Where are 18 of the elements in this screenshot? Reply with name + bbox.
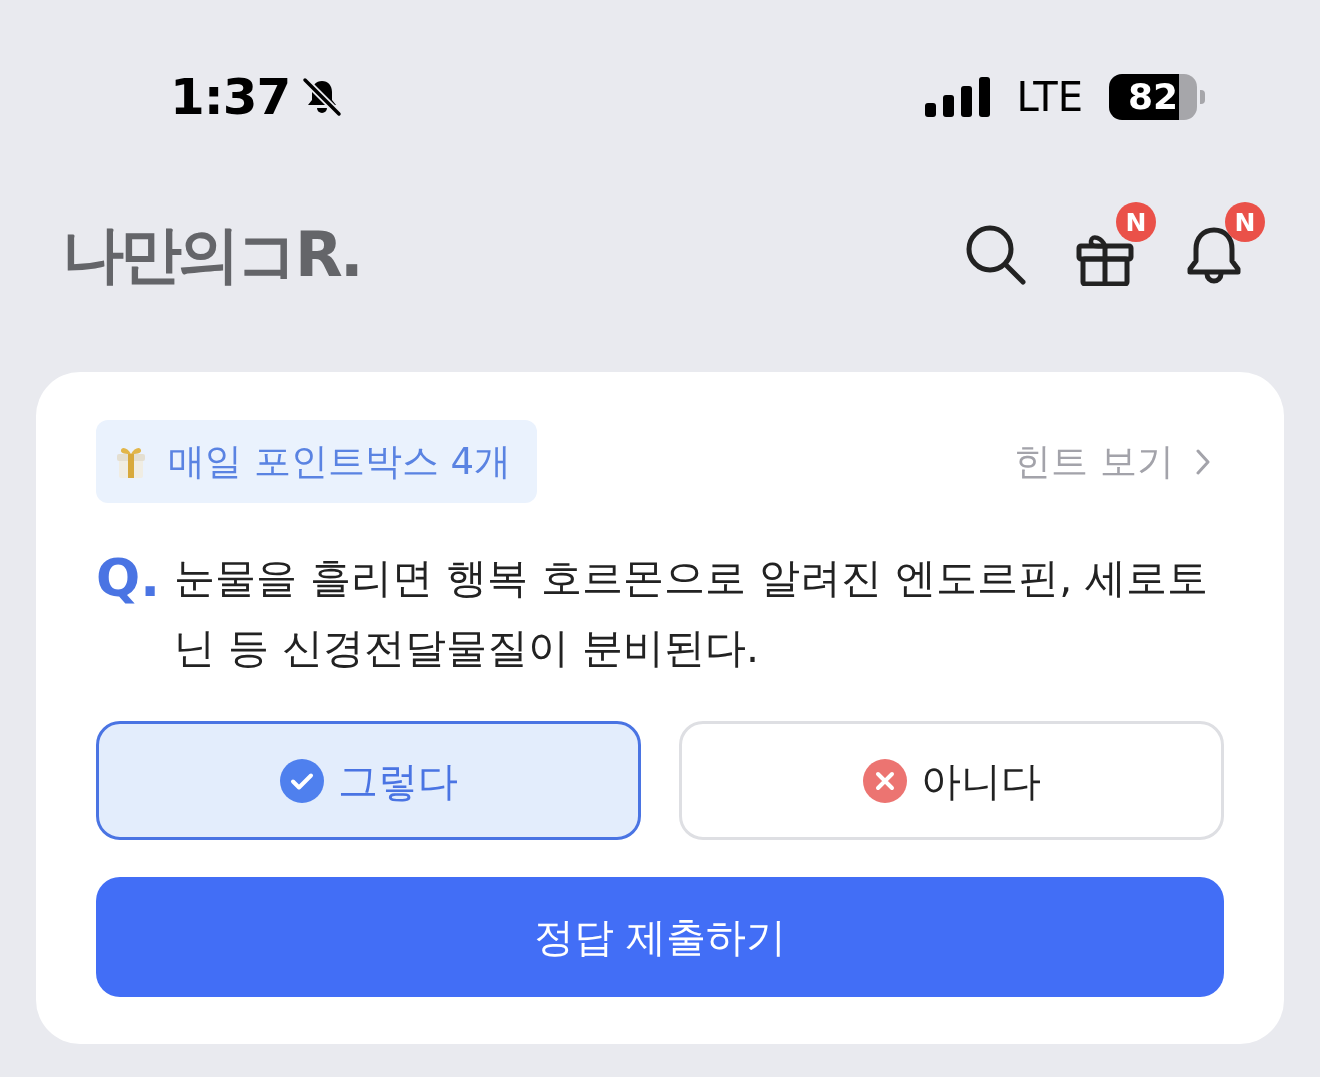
check-circle-icon (279, 758, 324, 803)
new-badge: N (1225, 202, 1265, 242)
answer-option-button[interactable]: 아니다 (679, 721, 1224, 840)
chevron-right-icon (1196, 448, 1210, 475)
answer-option-button[interactable]: 그렇다 (96, 721, 641, 840)
x-circle-icon (862, 758, 907, 803)
question-text: 눈물을 흘리면 행복 호르몬으로 알려진 엔도르핀, 세로토닌 등 신경전달물질이 분비된다. (174, 553, 1210, 674)
question-label: Q. (96, 547, 161, 610)
app-logo[interactable]: 나만의コR. (62, 224, 360, 286)
reward-tag-text: 매일 포인트박스 4개 (168, 443, 512, 480)
new-badge: N (1116, 202, 1156, 242)
search-icon[interactable] (965, 224, 1027, 286)
submit-answer-button[interactable]: 정답 제출하기 (96, 877, 1224, 997)
signal-icon (924, 77, 991, 117)
clock-time: 1:37 (170, 72, 291, 122)
battery-indicator: 82 (1109, 74, 1205, 120)
network-type: LTE (1016, 77, 1083, 117)
hint-link[interactable]: 힌트 보기 (1014, 443, 1224, 480)
